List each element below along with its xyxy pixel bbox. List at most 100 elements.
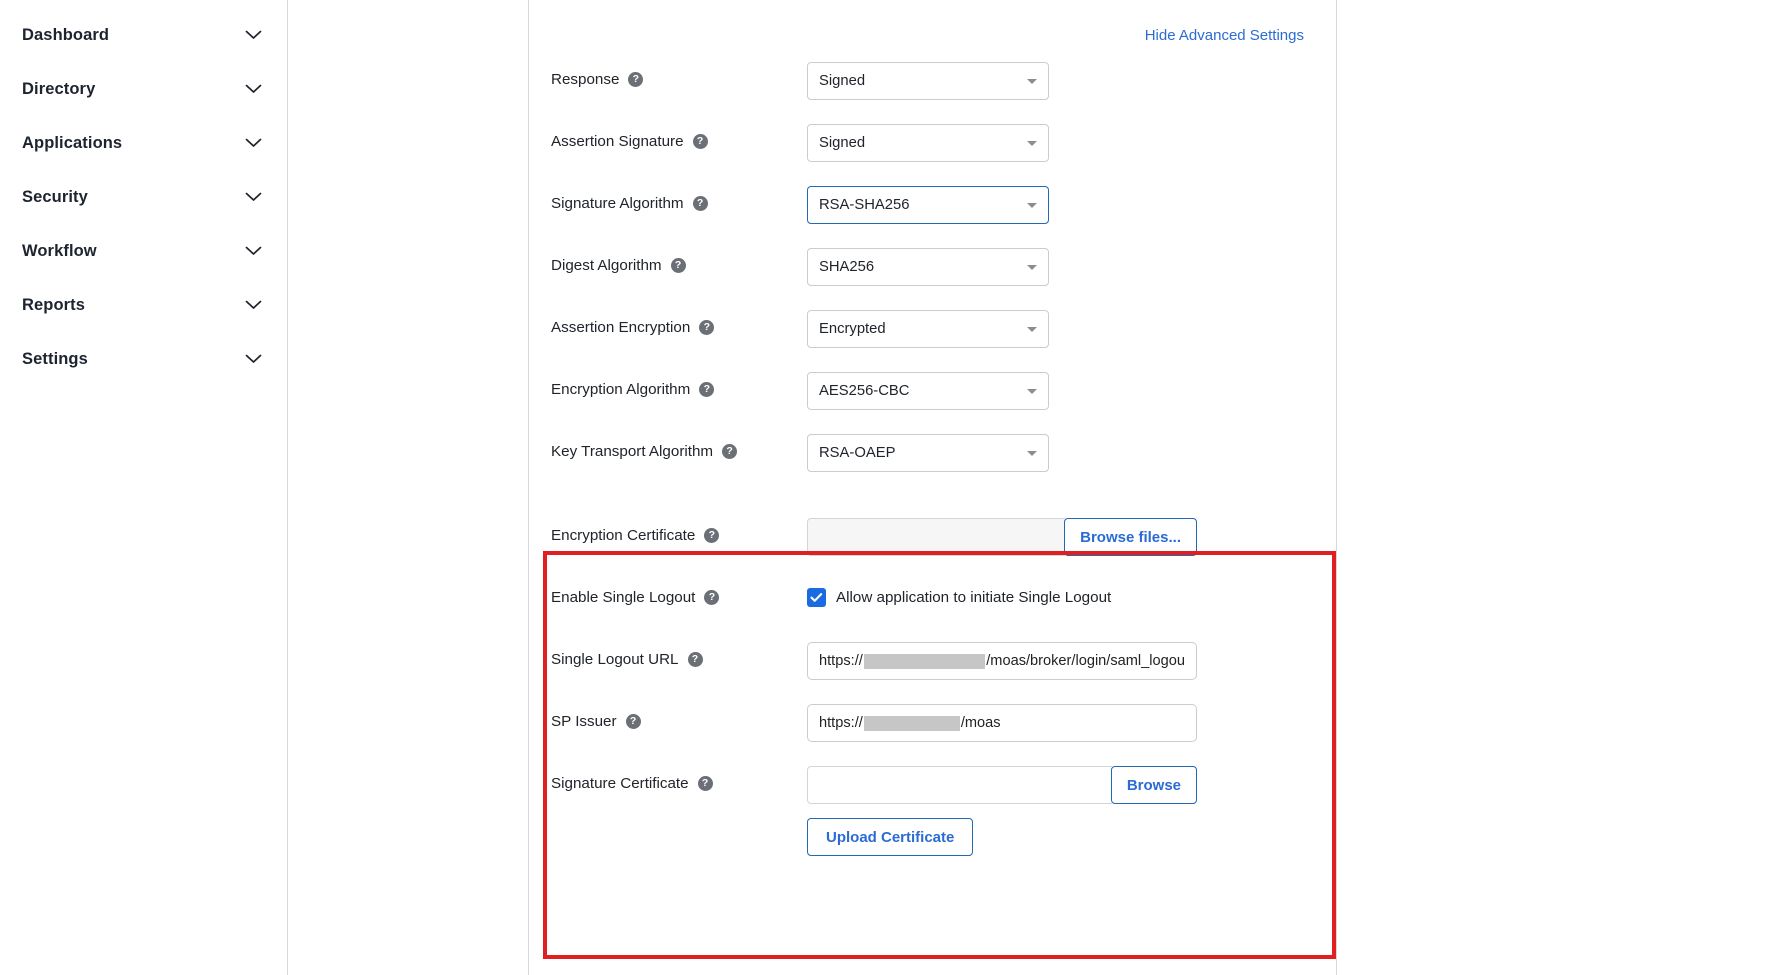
highlighted-settings-group: Encryption Certificate ? Browse files...…	[529, 496, 1336, 828]
encryption-certificate-file-field: Browse files...	[807, 518, 1197, 556]
sidebar-item-reports[interactable]: Reports	[0, 278, 287, 332]
field-row-encryption-algorithm: Encryption Algorithm ? AES256-CBC	[529, 372, 1336, 434]
label-text: Digest Algorithm	[551, 257, 662, 274]
encryption-algorithm-select[interactable]: AES256-CBC	[807, 372, 1049, 410]
label-text: Response	[551, 71, 619, 88]
field-row-assertion-signature: Assertion Signature ? Signed	[529, 124, 1336, 186]
encryption-algorithm-select-value: AES256-CBC	[819, 383, 909, 399]
sidebar-item-settings[interactable]: Settings	[0, 332, 287, 386]
chevron-down-icon	[245, 84, 262, 94]
field-label-encryption-algorithm: Encryption Algorithm ?	[529, 372, 807, 398]
chevron-down-icon	[245, 246, 262, 256]
sidebar-item-directory[interactable]: Directory	[0, 62, 287, 116]
label-text: Signature Algorithm	[551, 195, 684, 212]
field-row-sp-issuer: SP Issuer ? https:// /moas	[529, 704, 1336, 766]
help-icon[interactable]: ?	[699, 320, 714, 335]
right-empty-area	[1337, 0, 1775, 975]
help-icon[interactable]: ?	[628, 72, 643, 87]
key-transport-algorithm-select[interactable]: RSA-OAEP	[807, 434, 1049, 472]
enable-single-logout-checkbox-label: Allow application to initiate Single Log…	[836, 589, 1111, 606]
single-logout-checkbox-row: Allow application to initiate Single Log…	[807, 580, 1336, 607]
signature-certificate-input[interactable]	[807, 766, 1112, 804]
browse-files-button[interactable]: Browse files...	[1064, 518, 1197, 556]
field-label-signature-algorithm: Signature Algorithm ?	[529, 186, 807, 212]
help-icon[interactable]: ?	[704, 590, 719, 605]
sp-issuer-input[interactable]: https:// /moas	[807, 704, 1197, 742]
field-label-signature-certificate: Signature Certificate ?	[529, 766, 807, 792]
help-icon[interactable]: ?	[693, 196, 708, 211]
sidebar-item-dashboard[interactable]: Dashboard	[0, 8, 287, 62]
sidebar-item-label: Applications	[22, 134, 122, 153]
field-label-response: Response ?	[529, 62, 807, 88]
browse-button[interactable]: Browse	[1111, 766, 1197, 804]
label-text: Encryption Certificate	[551, 527, 695, 544]
sidebar-item-applications[interactable]: Applications	[0, 116, 287, 170]
chevron-down-icon	[245, 300, 262, 310]
label-text: Assertion Encryption	[551, 319, 690, 336]
sidebar-item-label: Settings	[22, 350, 88, 369]
field-row-single-logout-url: Single Logout URL ? https:///moas/broker…	[529, 642, 1336, 704]
field-label-single-logout-url: Single Logout URL ?	[529, 642, 807, 668]
redacted-host	[864, 716, 960, 731]
encryption-certificate-input[interactable]	[807, 518, 1065, 556]
chevron-down-icon	[245, 138, 262, 148]
sidebar-item-workflow[interactable]: Workflow	[0, 224, 287, 278]
sidebar-item-label: Directory	[22, 80, 95, 99]
url-suffix: /moas	[961, 715, 1001, 731]
field-label-enable-single-logout: Enable Single Logout ?	[529, 580, 807, 606]
help-icon[interactable]: ?	[699, 382, 714, 397]
label-text: Single Logout URL	[551, 651, 679, 668]
digest-algorithm-select-value: SHA256	[819, 259, 874, 275]
help-icon[interactable]: ?	[688, 652, 703, 667]
key-transport-algorithm-select-value: RSA-OAEP	[819, 445, 895, 461]
help-icon[interactable]: ?	[693, 134, 708, 149]
assertion-encryption-select-value: Encrypted	[819, 321, 886, 337]
assertion-encryption-select[interactable]: Encrypted	[807, 310, 1049, 348]
help-icon[interactable]: ?	[698, 776, 713, 791]
label-text: Key Transport Algorithm	[551, 443, 713, 460]
signature-algorithm-select[interactable]: RSA-SHA256	[807, 186, 1049, 224]
advanced-settings-toggle-row: Hide Advanced Settings	[529, 0, 1336, 44]
field-row-key-transport-algorithm: Key Transport Algorithm ? RSA-OAEP	[529, 434, 1336, 496]
field-row-response: Response ? Signed	[529, 62, 1336, 124]
field-row-encryption-certificate: Encryption Certificate ? Browse files...	[529, 518, 1336, 580]
single-logout-url-input[interactable]: https:///moas/broker/login/saml_logou	[807, 642, 1197, 680]
url-prefix: https://	[819, 653, 863, 669]
chevron-down-icon	[1027, 79, 1037, 84]
chevron-down-icon	[1027, 451, 1037, 456]
assertion-signature-select-value: Signed	[819, 135, 865, 151]
help-icon[interactable]: ?	[671, 258, 686, 273]
field-row-digest-algorithm: Digest Algorithm ? SHA256	[529, 248, 1336, 310]
field-row-signature-certificate: Signature Certificate ? Browse Upload Ce…	[529, 766, 1336, 828]
hide-advanced-settings-link[interactable]: Hide Advanced Settings	[1145, 27, 1304, 44]
chevron-down-icon	[1027, 389, 1037, 394]
sidebar-item-security[interactable]: Security	[0, 170, 287, 224]
chevron-down-icon	[1027, 265, 1037, 270]
label-text: Encryption Algorithm	[551, 381, 690, 398]
label-text: Signature Certificate	[551, 775, 689, 792]
saml-advanced-settings-panel: Hide Advanced Settings Response ? Signed	[529, 0, 1337, 975]
sidebar-item-label: Workflow	[22, 242, 97, 261]
field-label-key-transport-algorithm: Key Transport Algorithm ?	[529, 434, 807, 460]
label-text: SP Issuer	[551, 713, 617, 730]
chevron-down-icon	[1027, 327, 1037, 332]
field-label-digest-algorithm: Digest Algorithm ?	[529, 248, 807, 274]
help-icon[interactable]: ?	[626, 714, 641, 729]
assertion-signature-select[interactable]: Signed	[807, 124, 1049, 162]
chevron-down-icon	[245, 192, 262, 202]
help-icon[interactable]: ?	[722, 444, 737, 459]
sidebar-item-label: Dashboard	[22, 26, 109, 45]
enable-single-logout-checkbox[interactable]	[807, 588, 826, 607]
signature-algorithm-select-value: RSA-SHA256	[819, 197, 909, 213]
help-icon[interactable]: ?	[704, 528, 719, 543]
field-row-enable-single-logout: Enable Single Logout ? Allow application…	[529, 580, 1336, 642]
chevron-down-icon	[1027, 203, 1037, 208]
field-label-assertion-encryption: Assertion Encryption ?	[529, 310, 807, 336]
upload-certificate-button[interactable]: Upload Certificate	[807, 818, 973, 856]
response-select-value: Signed	[819, 73, 865, 89]
chevron-down-icon	[1027, 141, 1037, 146]
sidebar: Dashboard Directory Applications Securit…	[0, 0, 288, 975]
response-select[interactable]: Signed	[807, 62, 1049, 100]
digest-algorithm-select[interactable]: SHA256	[807, 248, 1049, 286]
url-prefix: https://	[819, 715, 863, 731]
